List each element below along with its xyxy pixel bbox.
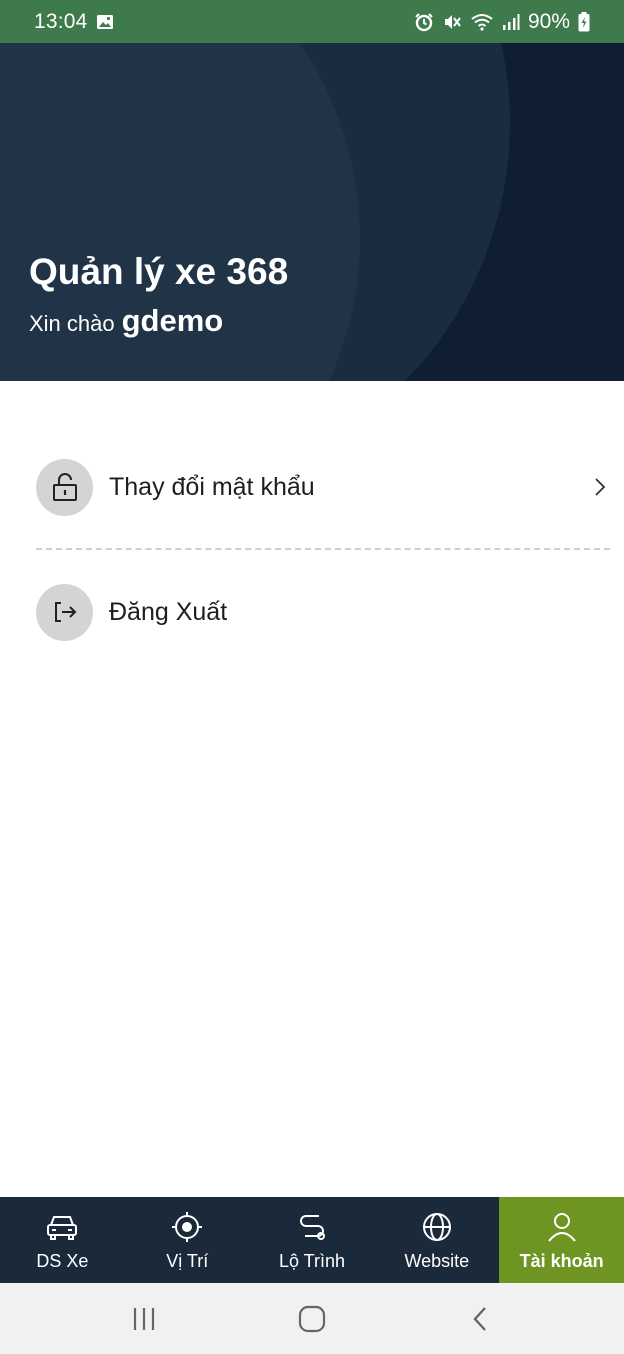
signal-icon [502,13,520,31]
target-icon [169,1209,205,1245]
back-icon [473,1306,486,1331]
nav-label: Lộ Trình [278,1250,346,1271]
status-bar-left: 13:04 [34,10,114,34]
chevron-right-icon [590,475,610,499]
change-password-item[interactable]: Thay đổi mật khẩu [36,457,610,517]
nav-item-ds-xe[interactable]: DS Xe [0,1197,125,1283]
route-icon [294,1209,330,1245]
change-password-label: Thay đổi mật khẩu [109,472,315,501]
header-banner: Quản lý xe 368 Xin chào gdemo [0,43,624,381]
nav-label: DS Xe [36,1250,89,1271]
alarm-icon [414,12,434,32]
logout-label: Đăng Xuất [109,597,228,626]
battery-charging-icon [578,11,590,32]
image-icon [96,14,114,30]
mute-icon [442,12,462,32]
logout-item[interactable]: Đăng Xuất [36,582,610,642]
status-time: 13:04 [34,9,88,33]
logout-icon [36,583,93,641]
menu-divider [36,548,610,550]
status-bar: 13:04 90% [0,0,624,43]
greeting-prefix: Xin chào [29,311,115,336]
recent-apps-button[interactable] [114,1294,174,1344]
status-bar-right: 90% [414,10,590,34]
home-icon [298,1305,326,1332]
recent-apps-icon [133,1307,155,1330]
bottom-nav: DS Xe Vị Trí Lộ Trình Website Tài khoản [0,1197,624,1283]
unlock-icon [36,458,93,516]
home-button[interactable] [282,1294,342,1344]
nav-item-website[interactable]: Website [374,1197,499,1283]
nav-label: Vị Trí [166,1250,209,1271]
globe-icon [419,1209,455,1245]
back-button[interactable] [450,1294,510,1344]
nav-label: Website [404,1250,470,1271]
battery-percent: 90% [527,9,570,33]
user-icon [544,1209,580,1245]
wifi-icon [470,12,494,32]
username: gdemo [121,303,224,338]
nav-item-vi-tri[interactable]: Vị Trí [125,1197,250,1283]
nav-item-lo-trinh[interactable]: Lộ Trình [250,1197,375,1283]
nav-item-tai-khoan[interactable]: Tài khoản [499,1197,624,1283]
app-title: Quản lý xe 368 [29,251,289,292]
nav-label: Tài khoản [519,1250,604,1271]
car-icon [44,1209,80,1245]
greeting: Xin chào gdemo [29,303,223,339]
system-nav-bar [0,1283,624,1354]
